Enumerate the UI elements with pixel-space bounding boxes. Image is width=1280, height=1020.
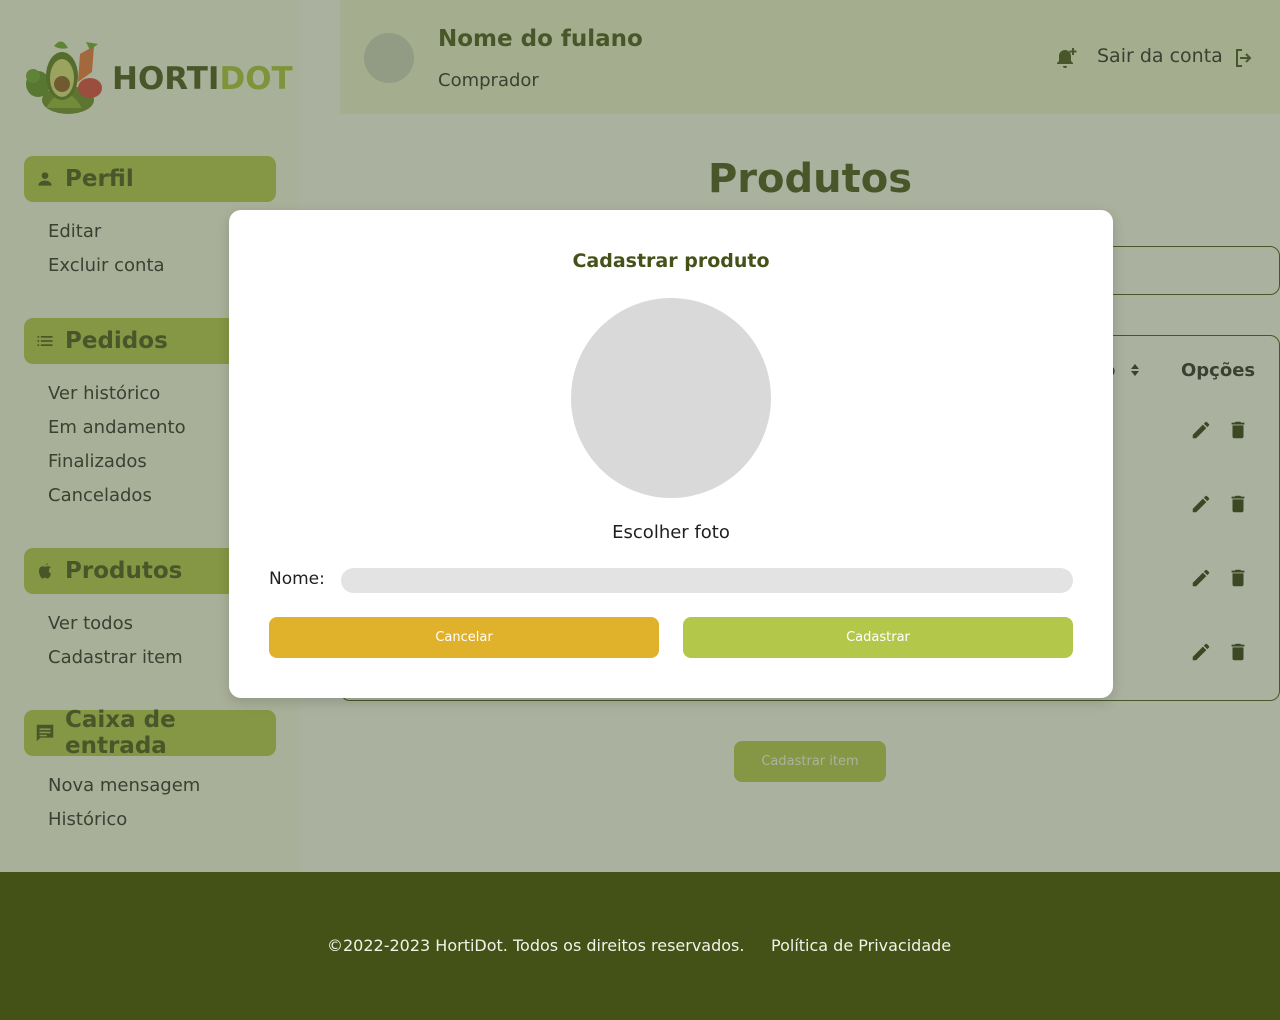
footer-copyright: ©2022-2023 HortiDot. Todos os direitos r… (327, 936, 745, 955)
name-input[interactable] (341, 568, 1073, 593)
register-product-modal: Cadastrar produto Escolher foto Nome: Ca… (229, 210, 1113, 698)
cancel-button[interactable]: Cancelar (269, 617, 659, 658)
privacy-policy-link[interactable]: Política de Privacidade (771, 936, 951, 955)
choose-photo-link[interactable]: Escolher foto (229, 522, 1113, 543)
product-photo-placeholder[interactable] (571, 298, 771, 498)
modal-title: Cadastrar produto (572, 250, 770, 272)
submit-button[interactable]: Cadastrar (683, 617, 1073, 658)
name-label: Nome: (269, 569, 325, 589)
